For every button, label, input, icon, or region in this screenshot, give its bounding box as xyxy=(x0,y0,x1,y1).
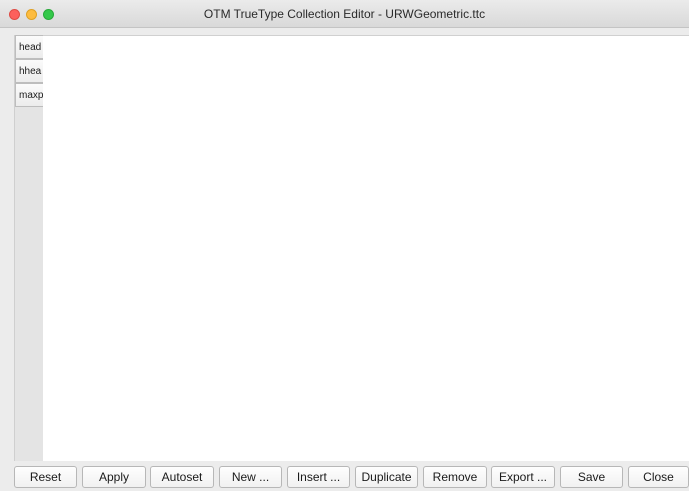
window-title: OTM TrueType Collection Editor - URWGeom… xyxy=(203,7,486,21)
reset-button[interactable]: Reset xyxy=(14,466,77,488)
insert-button[interactable]: Insert ... xyxy=(287,466,350,488)
editor-window: OTM TrueType Collection Editor - URWGeom… xyxy=(0,0,689,491)
title-bar[interactable]: OTM TrueType Collection Editor - URWGeom… xyxy=(0,0,689,28)
apply-button[interactable]: Apply xyxy=(82,466,146,488)
duplicate-button[interactable]: Duplicate xyxy=(355,466,418,488)
tab-maxp[interactable]: maxp xyxy=(15,83,44,107)
save-button[interactable]: Save xyxy=(560,466,623,488)
autoset-button[interactable]: Autoset xyxy=(150,466,214,488)
button-bar: Reset Apply Autoset New ... Insert ... D… xyxy=(0,461,689,491)
close-button[interactable]: Close xyxy=(628,466,689,488)
tab-hhea[interactable]: hhea xyxy=(15,59,44,83)
export-button[interactable]: Export ... xyxy=(491,466,555,488)
table-tab-strip: head hhea maxp xyxy=(14,35,44,461)
tab-head[interactable]: head xyxy=(15,35,44,59)
table-content-panel xyxy=(43,35,689,461)
new-button[interactable]: New ... xyxy=(219,466,282,488)
remove-button[interactable]: Remove xyxy=(423,466,487,488)
